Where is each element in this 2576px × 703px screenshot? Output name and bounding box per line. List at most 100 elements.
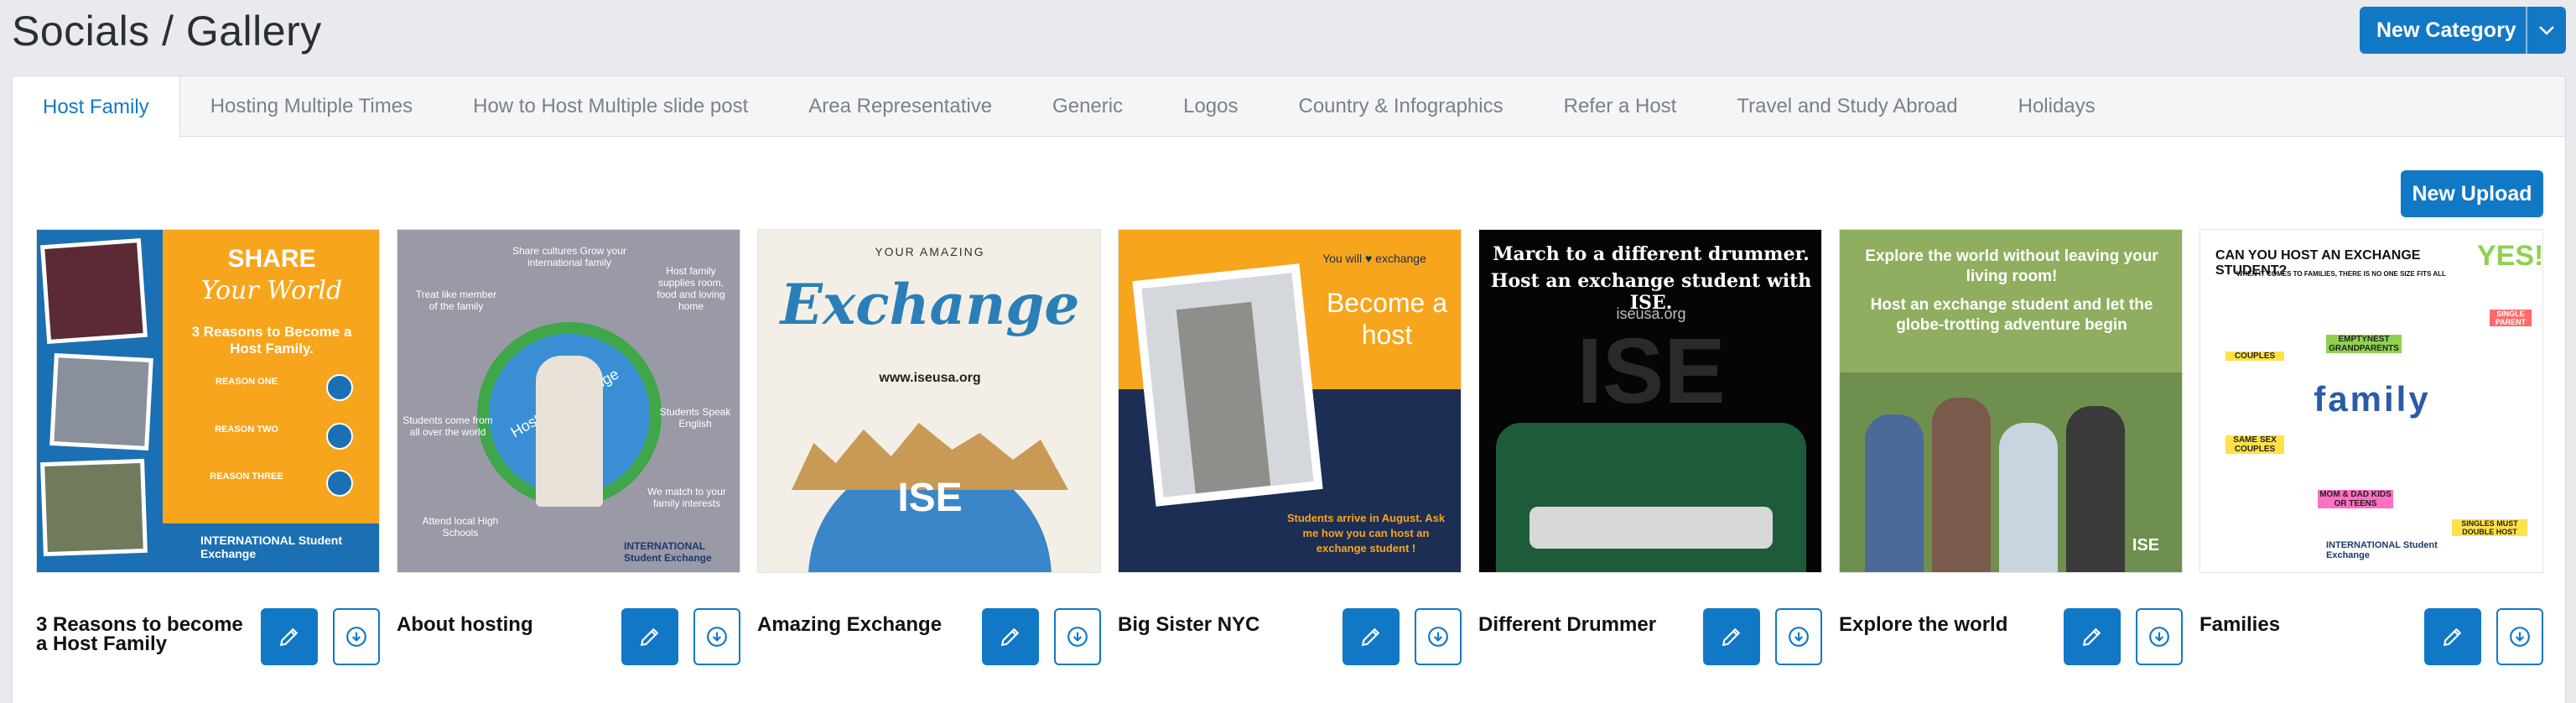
chevron-down-icon[interactable] [2526,7,2566,54]
card-title: Families [2199,613,2281,636]
page-title: Socials / Gallery [12,8,322,55]
download-button[interactable] [693,608,740,665]
download-button[interactable] [2136,608,2183,665]
image-text: ISE [2132,536,2160,555]
edit-button[interactable] [1703,608,1760,665]
pencil-icon [2082,627,2101,647]
download-circle-icon [1067,627,1088,647]
card-footer: Different Drummer [1478,608,1822,682]
gallery-card: March to a different drummer. Host an ex… [1478,229,1822,665]
tab-country-infographics[interactable]: Country & Infographics [1268,76,1533,137]
gallery-thumbnail[interactable]: SHARE Your World 3 Reasons to Become a H… [36,229,380,573]
image-text: INTERNATIONAL Student Exchange [200,534,343,560]
image-text: REASON ONE [216,377,278,387]
image-text: Attend local High Schools [422,515,499,539]
edit-button[interactable] [2064,608,2121,665]
tab-host-family[interactable]: Host Family [13,76,180,138]
image-text: INTERNATIONAL Student Exchange [624,540,712,564]
gallery-card: Explore the world without leaving your l… [1839,229,2183,665]
card-footer: Big Sister NYC [1118,608,1462,682]
gallery-thumbnail[interactable]: YOUR AMAZING Exchange www.iseusa.org ISE [757,229,1101,573]
card-title: Different Drummer [1478,613,1657,636]
image-text: REASON TWO [215,424,278,435]
pencil-icon [1361,627,1380,647]
gallery-card: Host an exchange student Share cultures … [397,229,740,665]
edit-button[interactable] [2424,608,2481,665]
card-footer: Amazing Exchange [757,608,1101,682]
download-circle-icon [2510,627,2530,647]
image-text: SINGLE PARENT [2490,310,2532,326]
edit-button[interactable] [1343,608,1400,665]
image-text: ISE [897,476,963,520]
card-footer: Families [2199,608,2543,682]
image-text: Become a host [1326,288,1448,350]
category-tabs: Host Family Hosting Multiple Times How t… [13,76,2565,138]
image-text: INTERNATIONAL Student Exchange [2326,540,2438,560]
download-button[interactable] [1054,608,1101,665]
gallery-thumbnail[interactable]: March to a different drummer. Host an ex… [1478,229,1822,573]
image-text: Treat like member of the family [415,289,497,312]
download-button[interactable] [2496,608,2543,665]
download-circle-icon [707,627,727,647]
tab-how-to-host-multiple-slide-post[interactable]: How to Host Multiple slide post [443,76,778,137]
edit-button[interactable] [621,608,678,665]
card-footer: About hosting [397,608,740,682]
pencil-icon [640,627,659,647]
edit-button[interactable] [261,608,318,665]
new-upload-button[interactable]: New Upload [2401,170,2543,217]
gallery-panel: Host Family Hosting Multiple Times How t… [12,76,2566,703]
image-text: MOM & DAD KIDS OR TEENS [2318,490,2393,508]
image-text: Exchange [780,272,1080,337]
gallery-thumbnail[interactable]: You will ♥ exchange Become a host Studen… [1118,229,1462,573]
tab-area-representative[interactable]: Area Representative [778,76,1022,137]
image-text: We match to your family interests [647,486,726,509]
gallery-thumbnail[interactable]: Host an exchange student Share cultures … [397,229,740,573]
image-text: Host family supplies room, food and lovi… [657,265,725,312]
gallery-card: You will ♥ exchange Become a host Studen… [1118,229,1462,665]
download-circle-icon [2149,627,2169,647]
tab-holidays[interactable]: Holidays [1988,76,2126,137]
edit-button[interactable] [982,608,1039,665]
image-text: Students arrive in August. Ask me how yo… [1286,512,1446,555]
image-text: YES! [2477,240,2543,272]
image-text: YOUR AMAZING [875,245,985,258]
image-text: Your World [200,276,343,305]
image-text: www.iseusa.org [879,371,981,385]
image-text: COUPLES [2225,352,2284,361]
gallery-card: YOUR AMAZING Exchange www.iseusa.org ISE… [757,229,1101,665]
image-text: Students Speak English [659,406,731,430]
gallery-card: CAN YOU HOST AN EXCHANGE STUDENT? YES! W… [2199,229,2543,665]
image-text: ISE [1576,320,1726,423]
image-text: EMPTYNEST GRANDPARENTS [2326,335,2402,353]
download-circle-icon [1428,627,1448,647]
image-text: WHEN IT COMES TO FAMILIES, THERE IS NO O… [2236,270,2446,278]
image-text: Host an exchange student and let the glo… [1870,296,2153,334]
gallery-thumbnail[interactable]: CAN YOU HOST AN EXCHANGE STUDENT? YES! W… [2199,229,2543,573]
download-button[interactable] [333,608,380,665]
image-text: March to a different drummer. [1493,243,1810,265]
card-footer: Explore the world [1839,608,2183,682]
tab-travel-and-study-abroad[interactable]: Travel and Study Abroad [1706,76,1987,137]
pencil-icon [1000,627,1020,647]
new-category-button[interactable]: New Category [2360,7,2566,54]
image-text: family [2314,379,2431,419]
card-title: Big Sister NYC [1118,613,1260,636]
gallery-card: SHARE Your World 3 Reasons to Become a H… [36,229,380,665]
image-text: SHARE [227,245,316,273]
image-text: SAME SEX COUPLES [2225,435,2284,454]
card-title: 3 Reasons to become a Host Family [36,613,243,655]
gallery-thumbnail[interactable]: Explore the world without leaving your l… [1839,229,2183,573]
tab-logos[interactable]: Logos [1153,76,1268,137]
download-button[interactable] [1415,608,1462,665]
tab-refer-a-host[interactable]: Refer a Host [1534,76,1707,137]
image-text: Students come from all over the world [402,414,493,438]
image-text: Share cultures Grow your international f… [512,245,627,268]
download-button[interactable] [1775,608,1822,665]
download-circle-icon [346,627,366,647]
pencil-icon [2443,627,2462,647]
card-title: About hosting [397,613,533,636]
tab-hosting-multiple-times[interactable]: Hosting Multiple Times [180,76,443,137]
image-text: 3 Reasons to Become a Host Family. [191,324,352,357]
pencil-icon [1722,627,1741,647]
tab-generic[interactable]: Generic [1022,76,1153,137]
